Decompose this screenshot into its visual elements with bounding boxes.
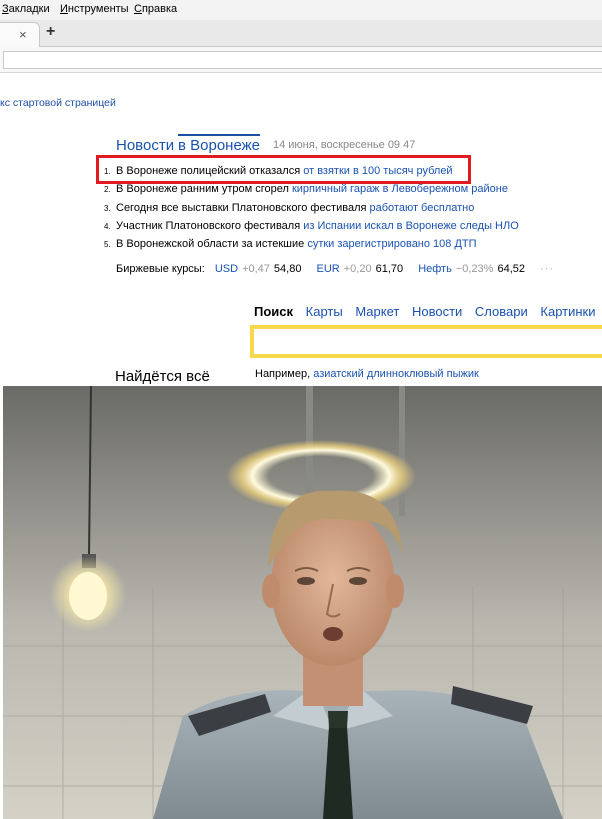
more-rates-icon[interactable]: ··· [540,263,554,275]
tab-bar: × + [0,20,602,47]
menu-help[interactable]: Справка [134,3,177,15]
rate-currency[interactable]: EUR [317,263,340,275]
address-bar[interactable] [3,51,602,69]
rates-label: Биржевые курсы: [116,263,205,275]
news-text: В Воронежской области за истекшие [116,238,308,250]
news-text: В Воронеже ранним утром сгорел [116,183,292,195]
tab-region[interactable]: в Воронеже [178,134,261,154]
news-number: 4. [104,222,111,231]
menu-bookmarks[interactable]: Закладки [2,3,50,15]
exchange-rates: Биржевые курсы: USD +0,47 54,80 EUR +0,20 61… [116,263,554,275]
service-news[interactable]: Новости [412,304,462,319]
news-item: 4. Участник Платоновского фестиваля из Ис… [104,220,519,232]
news-number: 2. [104,185,111,194]
news-number: 3. [104,204,111,213]
tab-news[interactable]: Новости [116,137,174,154]
menu-tools[interactable]: Инструменты [60,3,129,15]
service-maps[interactable]: Карты [306,304,343,319]
news-link[interactable]: из Испании искал в Воронеже следы НЛО [303,220,519,232]
service-market[interactable]: Маркет [355,304,399,319]
news-item: 3. Сегодня все выставки Платоновского фес… [104,202,474,214]
news-text: Участник Платоновского фестиваля [116,220,304,232]
highlight-frame [96,155,471,184]
rate-currency[interactable]: USD [215,263,238,275]
search-input[interactable] [250,325,602,358]
rate-delta: +0,47 [242,263,270,275]
navigation-toolbar [0,47,602,73]
close-tab-icon[interactable]: × [19,27,27,42]
policeman-photo [3,386,602,819]
search-example: Например, азиатский длинноклювый пыжик [255,368,479,380]
search-services: Поиск Карты Маркет Новости Словари Карти… [254,304,602,319]
make-homepage-link[interactable]: кс стартовой страницей [0,97,116,109]
menu-bar: Закладки Инструменты Справка [0,0,602,20]
service-search[interactable]: Поиск [254,304,293,319]
news-link[interactable]: кирпичный гараж в Левобережном районе [292,183,508,195]
search-slogan: Найдётся всё [115,368,210,385]
browser-tab[interactable]: × [0,22,40,47]
rate-currency[interactable]: Нефть [418,263,452,275]
news-link[interactable]: работают бесплатно [370,202,475,214]
example-label: Например, [255,368,314,380]
news-date: 14 июня, воскресенье 09 47 [273,139,416,151]
example-link[interactable]: азиатский длинноклювый пыжик [313,368,479,380]
rate-value: 61,70 [375,263,404,275]
rate-delta: −0,23% [455,263,494,275]
news-text: Сегодня все выставки Платоновского фести… [116,202,370,214]
news-number: 5. [104,240,111,249]
news-item: 5. В Воронежской области за истекшие сутк… [104,238,477,250]
rate-delta: +0,20 [343,263,372,275]
service-dictionaries[interactable]: Словари [475,304,528,319]
service-images[interactable]: Картинки [540,304,595,319]
news-link[interactable]: сутки зарегистрировано 108 ДТП [307,238,476,250]
rate-value: 64,52 [497,263,525,275]
new-tab-icon[interactable]: + [46,23,55,41]
rate-value: 54,80 [273,263,302,275]
news-item: 2. В Воронеже ранним утром сгорел кирпичн… [104,183,508,195]
